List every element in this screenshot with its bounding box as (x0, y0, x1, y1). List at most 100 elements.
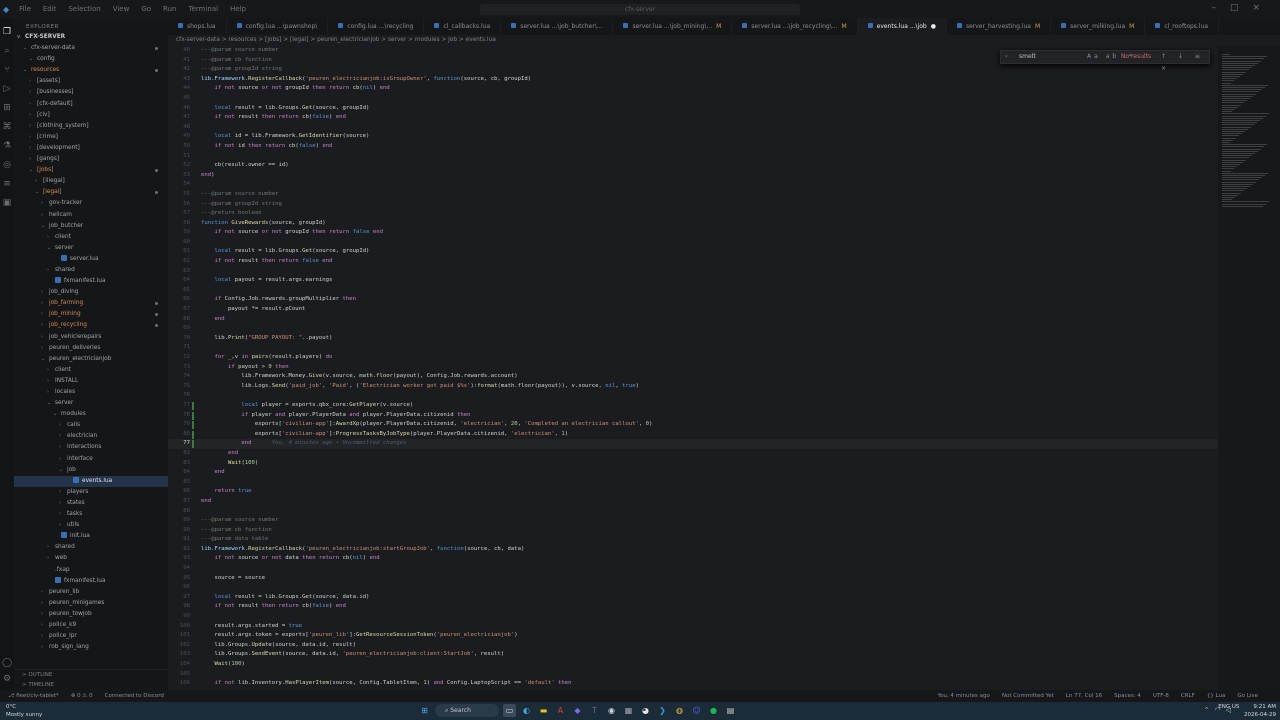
testing-icon[interactable]: ⚗ (3, 141, 11, 151)
spotify-icon[interactable]: ● (707, 704, 720, 717)
status-item[interactable]: Not Committed Yet (1002, 693, 1054, 699)
taskbar-search[interactable]: ⌕ Search (435, 704, 499, 717)
folder-item[interactable]: › web (14, 553, 168, 564)
folder-item[interactable]: › INSTALL (14, 376, 168, 387)
folder-item[interactable]: › [assets] (14, 76, 168, 87)
menu-item-edit[interactable]: Edit (43, 5, 57, 13)
code-editor[interactable]: 40 ---@param source number 41 ---@param cb … (168, 46, 1218, 690)
folder-item[interactable]: › tasks (14, 509, 168, 520)
steam-icon[interactable]: ◉ (605, 704, 618, 717)
terminal-icon[interactable]: ▤ (724, 704, 737, 717)
run-debug-icon[interactable]: ▷ (4, 84, 11, 94)
editor-tab[interactable]: server.lua ...\job_recycling\... M (732, 18, 858, 35)
folder-item[interactable]: › job_recycling (14, 320, 168, 331)
folder-item[interactable]: › client (14, 232, 168, 243)
start-icon[interactable]: ⊞ (418, 704, 431, 717)
folder-item[interactable]: ⌄ [legal] (14, 187, 168, 198)
file-item[interactable]: init.lua (14, 531, 168, 542)
folder-item[interactable]: › shared (14, 542, 168, 553)
status-item[interactable]: Spaces: 4 (1114, 693, 1141, 699)
folder-item[interactable]: .fxap (14, 565, 168, 576)
docker-icon[interactable]: ▣ (3, 198, 12, 208)
folder-item[interactable]: › job_mining (14, 309, 168, 320)
folder-item[interactable]: › job_diving (14, 287, 168, 298)
folder-item[interactable]: › [illegal] (14, 176, 168, 187)
outline-panel[interactable]: > OUTLINE (14, 670, 168, 680)
folder-item[interactable]: › [gangs] (14, 154, 168, 165)
folder-item[interactable]: › shared (14, 265, 168, 276)
folder-item[interactable]: › interface (14, 454, 168, 465)
status-item[interactable]: Ln 77, Col 16 (1066, 693, 1102, 699)
clock[interactable]: ENG US 9:21 AM 2026-04-29 (1218, 703, 1276, 719)
close-icon[interactable]: × (1252, 3, 1274, 13)
folder-item[interactable]: › [cfx-default] (14, 99, 168, 110)
folder-item[interactable]: › locales (14, 387, 168, 398)
folder-item[interactable]: ⌄ modules (14, 409, 168, 420)
folder-item[interactable]: ⌄ config (14, 54, 168, 65)
settings-gear-icon[interactable]: ⚙ (3, 674, 11, 684)
folder-item[interactable]: ⌄ job (14, 465, 168, 476)
edge-icon[interactable]: ◐ (520, 704, 533, 717)
database-icon[interactable]: ≡ (3, 179, 11, 189)
editor-tab[interactable]: shops.lua (168, 18, 227, 35)
find-input[interactable]: smelt (1019, 51, 1036, 63)
grid-app-icon[interactable]: ▦ (622, 704, 635, 717)
breadcrumb[interactable]: cfx-server-data > resources > [jobs] > [… (168, 35, 1280, 46)
menu-item-file[interactable]: File (19, 5, 31, 13)
account-icon[interactable]: ◯ (2, 658, 12, 668)
folder-item[interactable]: ⌄ server (14, 243, 168, 254)
editor-tab[interactable]: server_harvesting.lua M (947, 18, 1052, 35)
search-icon[interactable]: ⌕ (4, 46, 9, 56)
folder-item[interactable]: › electrician (14, 431, 168, 442)
folder-item[interactable]: › players (14, 487, 168, 498)
folder-item[interactable]: › peuren_minigames (14, 598, 168, 609)
folder-item[interactable]: ⌄ [jobs] (14, 165, 168, 176)
workspace-root[interactable]: v CFX-SERVER (14, 32, 168, 43)
file-item[interactable]: server.lua (14, 254, 168, 265)
menu-item-run[interactable]: Run (163, 5, 176, 13)
folder-item[interactable]: › rob_sign_lang (14, 642, 168, 653)
folder-item[interactable]: › gov-tracker (14, 198, 168, 209)
editor-tab[interactable]: server.lua ...\job_mining\... M (613, 18, 733, 35)
folder-item[interactable]: › [clothing_system] (14, 121, 168, 132)
folder-item[interactable]: ⌄ job_butcher (14, 221, 168, 232)
extensions-icon[interactable]: ⊞ (3, 103, 11, 113)
find-controls[interactable]: ↑ ↓ ≡ × (1161, 51, 1209, 75)
github-icon[interactable]: ◕ (639, 704, 652, 717)
folder-item[interactable]: › calls (14, 420, 168, 431)
folder-item[interactable]: › job_vehiclerepairs (14, 332, 168, 343)
minimize-icon[interactable]: – (1211, 3, 1230, 13)
status-item[interactable]: {} Lua (1207, 693, 1226, 699)
maximize-icon[interactable]: □ (1230, 3, 1253, 13)
explorer-icon[interactable]: ❐ (3, 27, 11, 37)
editor-tab[interactable]: cl_rooftops.lua (1145, 18, 1219, 35)
folder-item[interactable]: ⌄ peuren_electricianjob (14, 354, 168, 365)
acrobat-icon[interactable]: A (554, 704, 567, 717)
status-item[interactable]: ⊗ 0 ⚠ 0 (71, 693, 93, 699)
status-item[interactable]: Go Live (1237, 693, 1258, 699)
folder-item[interactable]: › [development] (14, 143, 168, 154)
status-item[interactable]: ⎇ fleet/civ-tablet* (8, 693, 59, 699)
discord-icon[interactable]: ☺ (690, 704, 703, 717)
editor-tab[interactable]: server.lua ...\job_butcher\... (501, 18, 614, 35)
menu-item-help[interactable]: Help (230, 5, 246, 13)
menu-item-selection[interactable]: Selection (68, 5, 100, 13)
editor-tab[interactable]: config.lua ...\recycling (328, 18, 425, 35)
menu-item-go[interactable]: Go (141, 5, 151, 13)
timeline-panel[interactable]: > TIMELINE (14, 680, 168, 690)
editor-tab[interactable]: server_milking.lua M (1051, 18, 1146, 35)
weather-widget[interactable]: 0°C Mostly sunny (6, 703, 42, 719)
file-item[interactable]: fxmanifest.lua (14, 576, 168, 587)
minimap[interactable] (1218, 46, 1280, 690)
folder-item[interactable]: › police_k9 (14, 620, 168, 631)
status-item[interactable]: UTF-8 (1153, 693, 1169, 699)
folder-item[interactable]: › [businesses] (14, 87, 168, 98)
folder-item[interactable]: ⌄ resources (14, 65, 168, 76)
folder-item[interactable]: › peuren_towjob (14, 609, 168, 620)
menu-item-terminal[interactable]: Terminal (188, 5, 218, 13)
command-center-search[interactable]: cfx-server (480, 4, 800, 15)
editor-tab[interactable]: events.lua ...\job ● (857, 18, 947, 35)
folder-item[interactable]: ⌄ server (14, 398, 168, 409)
folder-item[interactable]: › interactions (14, 442, 168, 453)
status-item[interactable]: CRLF (1181, 693, 1195, 699)
